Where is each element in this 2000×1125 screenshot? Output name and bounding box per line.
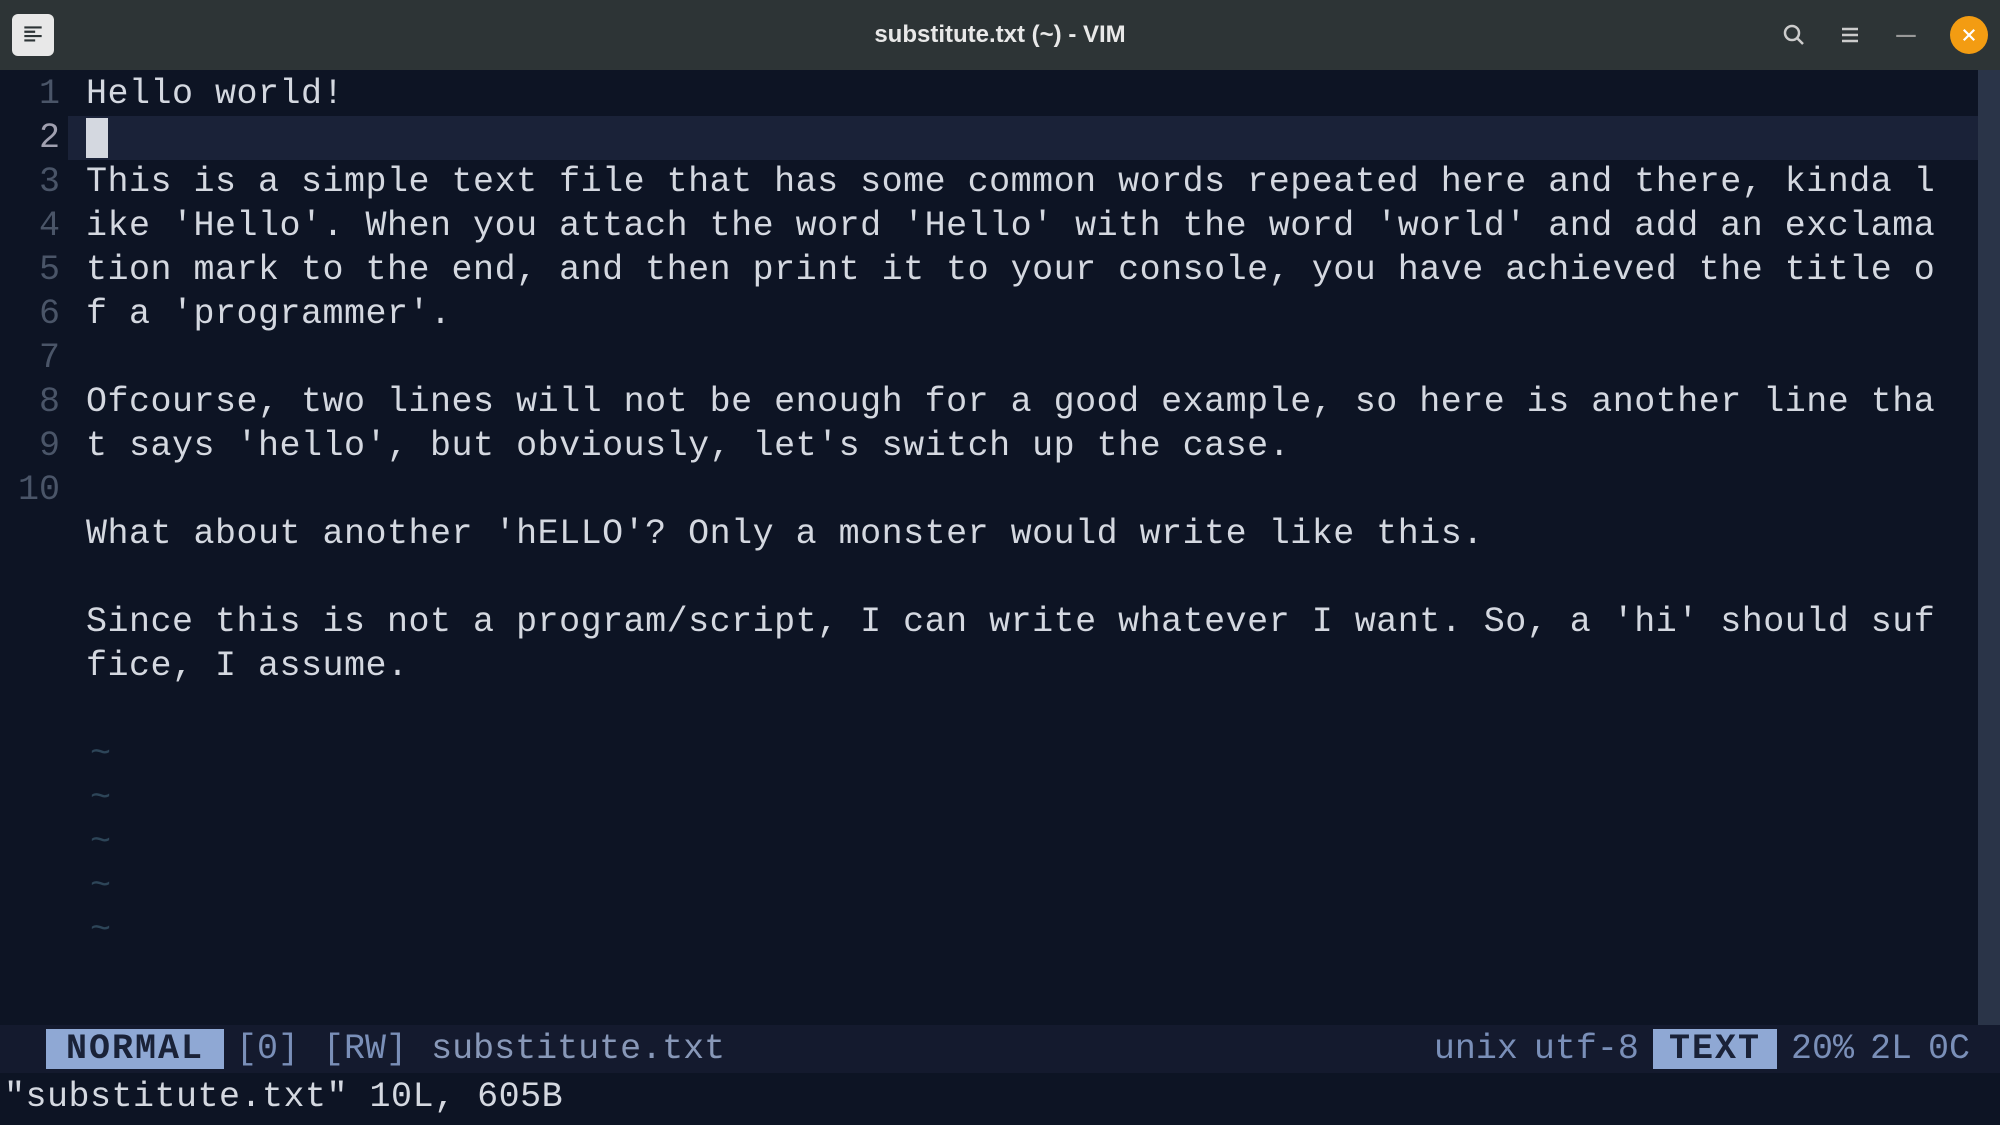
text-line[interactable]: Ofcourse, two lines will not be enough f… (86, 380, 1978, 424)
menu-button[interactable] (1826, 11, 1874, 59)
empty-line-tilde: ~ (86, 864, 1978, 908)
text-line[interactable]: Hello world! (86, 72, 1978, 116)
text-content[interactable]: Hello world! This is a simple text file t… (68, 70, 1978, 1025)
column-indicator: 0C (1928, 1029, 1970, 1069)
line-number: 2 (0, 116, 68, 160)
status-line: NORMAL [0] [RW] substitute.txt unix utf-… (0, 1025, 2000, 1125)
editor-area[interactable]: 12345678910 Hello world! This is a simple… (0, 70, 2000, 1025)
window-title: substitute.txt (~) - VIM (874, 21, 1125, 49)
cursor (86, 118, 108, 158)
line-number: 7 (0, 336, 68, 380)
readwrite-indicator: [RW] (311, 1029, 419, 1069)
status-filename: substitute.txt (419, 1029, 737, 1069)
vim-window: substitute.txt (~) - VIM — (0, 0, 2000, 1125)
text-line[interactable]: ike 'Hello'. When you attach the word 'H… (86, 204, 1978, 248)
text-line[interactable] (86, 336, 1978, 380)
text-line[interactable] (86, 116, 1978, 160)
titlebar-right: — (1770, 11, 1988, 59)
text-line[interactable]: fice, I assume. (86, 644, 1978, 688)
text-line[interactable]: tion mark to the end, and then print it … (86, 248, 1978, 292)
command-message: "substitute.txt" 10L, 605B (0, 1073, 2000, 1125)
mode-indicator: NORMAL (46, 1029, 224, 1069)
empty-line-tilde: ~ (86, 732, 1978, 776)
empty-line-tilde: ~ (86, 908, 1978, 952)
search-button[interactable] (1770, 11, 1818, 59)
scrollbar[interactable] (1978, 70, 2000, 1025)
line-number: 8 (0, 380, 68, 424)
line-number: 1 (0, 72, 68, 116)
status-row-main: NORMAL [0] [RW] substitute.txt unix utf-… (0, 1025, 2000, 1073)
text-line[interactable]: t says 'hello', but obviously, let's swi… (86, 424, 1978, 468)
filetype-badge: TEXT (1653, 1029, 1777, 1069)
modified-indicator: [0] (224, 1029, 311, 1069)
line-number: 4 (0, 204, 68, 248)
text-line[interactable] (86, 688, 1978, 732)
text-line[interactable]: This is a simple text file that has some… (86, 160, 1978, 204)
text-line[interactable] (86, 468, 1978, 512)
line-indicator: 2L (1870, 1029, 1912, 1069)
titlebar: substitute.txt (~) - VIM — (0, 0, 2000, 70)
percent-indicator: 20% (1791, 1029, 1854, 1069)
terminal-icon[interactable] (12, 14, 54, 56)
status-right: unix utf-8 TEXT 20% 2L 0C (1434, 1029, 2000, 1069)
file-format: unix (1434, 1029, 1518, 1069)
line-number-gutter: 12345678910 (0, 70, 68, 1025)
line-number: 5 (0, 248, 68, 292)
empty-line-tilde: ~ (86, 776, 1978, 820)
close-button[interactable] (1950, 16, 1988, 54)
minimize-button[interactable]: — (1882, 11, 1930, 59)
text-line[interactable] (86, 556, 1978, 600)
line-number: 3 (0, 160, 68, 204)
empty-line-tilde: ~ (86, 820, 1978, 864)
text-line[interactable]: What about another 'hELLO'? Only a monst… (86, 512, 1978, 556)
line-number: 9 (0, 424, 68, 468)
encoding: utf-8 (1534, 1029, 1639, 1069)
line-number: 6 (0, 292, 68, 336)
text-line[interactable]: Since this is not a program/script, I ca… (86, 600, 1978, 644)
line-number: 10 (0, 468, 68, 512)
text-line[interactable]: f a 'programmer'. (86, 292, 1978, 336)
titlebar-left (12, 14, 54, 56)
